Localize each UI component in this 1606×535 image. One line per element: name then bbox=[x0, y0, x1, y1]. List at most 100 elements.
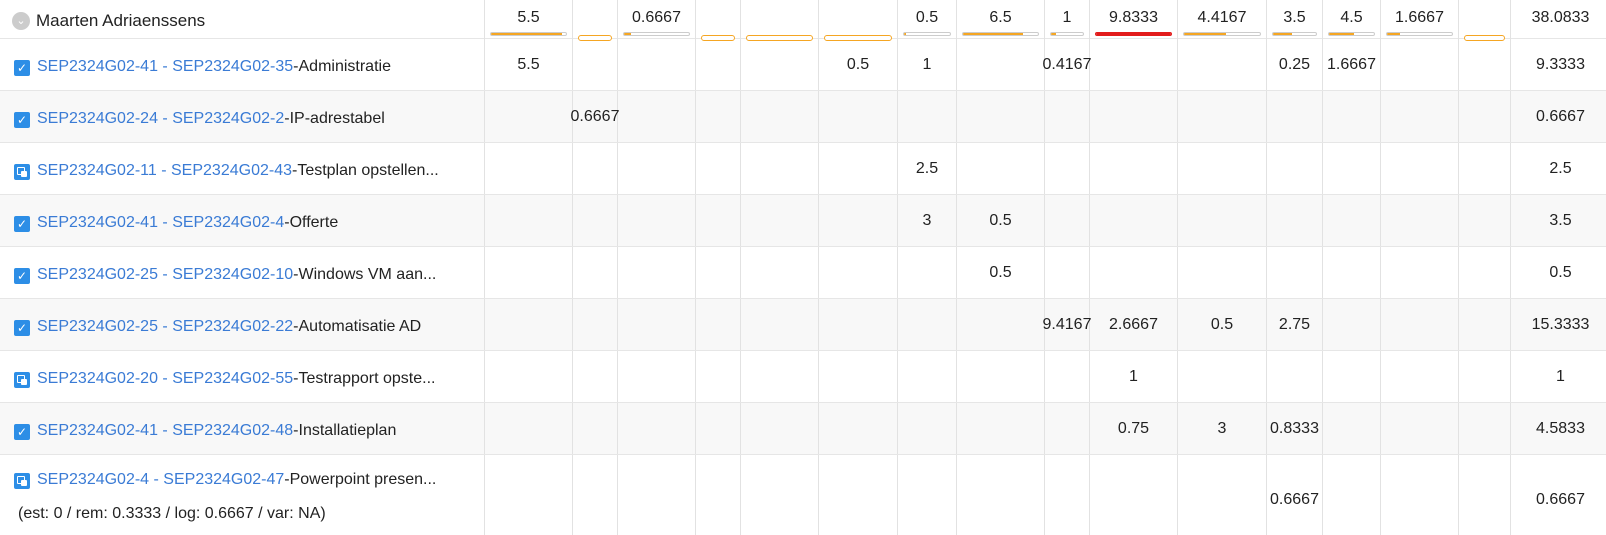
day-hours-cell[interactable] bbox=[485, 247, 573, 298]
day-hours-cell[interactable] bbox=[1323, 195, 1381, 246]
issue-link[interactable]: SEP2324G02-25 - SEP2324G02-22 bbox=[37, 316, 293, 338]
row-total-cell[interactable]: 1 bbox=[1511, 351, 1606, 402]
day-hours-cell[interactable] bbox=[1178, 91, 1267, 142]
day-hours-cell[interactable]: 0.25 bbox=[1267, 39, 1323, 90]
day-hours-cell[interactable] bbox=[696, 39, 741, 90]
row-total-cell[interactable]: 2.5 bbox=[1511, 143, 1606, 194]
day-hours-cell[interactable] bbox=[741, 299, 819, 350]
day-hours-cell[interactable]: 9.4167 bbox=[1043, 299, 1091, 350]
day-hours-cell[interactable] bbox=[898, 351, 957, 402]
day-hours-cell[interactable] bbox=[1267, 195, 1323, 246]
day-hours-cell[interactable] bbox=[819, 143, 898, 194]
day-hours-cell[interactable] bbox=[573, 195, 618, 246]
day-hours-cell[interactable] bbox=[1459, 195, 1511, 246]
day-hours-cell[interactable] bbox=[573, 143, 618, 194]
day-hours-cell[interactable]: 2.5 bbox=[898, 143, 957, 194]
issue-link[interactable]: SEP2324G02-25 - SEP2324G02-10 bbox=[37, 264, 293, 286]
day-hours-cell[interactable] bbox=[957, 39, 1045, 90]
day-hours-cell[interactable] bbox=[696, 299, 741, 350]
day-hours-cell[interactable] bbox=[898, 91, 957, 142]
day-hours-cell[interactable] bbox=[1459, 403, 1511, 454]
day-hours-cell[interactable] bbox=[957, 299, 1045, 350]
day-hours-cell[interactable] bbox=[485, 91, 573, 142]
day-hours-cell[interactable] bbox=[1323, 351, 1381, 402]
issue-link[interactable]: SEP2324G02-11 - SEP2324G02-43 bbox=[37, 160, 292, 182]
day-hours-cell[interactable] bbox=[573, 39, 618, 90]
day-hours-cell[interactable] bbox=[1045, 91, 1090, 142]
day-hours-cell[interactable] bbox=[819, 247, 898, 298]
day-hours-cell[interactable] bbox=[1090, 143, 1178, 194]
day-hours-cell[interactable] bbox=[1323, 455, 1381, 535]
day-hours-cell[interactable]: 0.5 bbox=[1178, 299, 1267, 350]
day-hours-cell[interactable] bbox=[696, 351, 741, 402]
issue-link[interactable]: SEP2324G02-24 - SEP2324G02-2 bbox=[37, 108, 284, 130]
day-hours-cell[interactable] bbox=[1323, 299, 1381, 350]
day-hours-cell[interactable] bbox=[1045, 247, 1090, 298]
day-hours-cell[interactable] bbox=[1381, 91, 1459, 142]
day-hours-cell[interactable] bbox=[1459, 91, 1511, 142]
row-total-cell[interactable]: 4.5833 bbox=[1511, 403, 1606, 454]
day-hours-cell[interactable] bbox=[741, 351, 819, 402]
day-hours-cell[interactable] bbox=[1459, 247, 1511, 298]
day-hours-cell[interactable]: 0.5 bbox=[957, 195, 1045, 246]
row-total-cell[interactable]: 0.5 bbox=[1511, 247, 1606, 298]
day-hours-cell[interactable] bbox=[898, 247, 957, 298]
day-hours-cell[interactable] bbox=[1323, 143, 1381, 194]
day-hours-cell[interactable]: 5.5 bbox=[485, 39, 573, 90]
day-hours-cell[interactable] bbox=[696, 403, 741, 454]
day-hours-cell[interactable] bbox=[1045, 351, 1090, 402]
day-hours-cell[interactable] bbox=[1267, 247, 1323, 298]
day-hours-cell[interactable]: 0.6667 bbox=[1267, 455, 1323, 535]
day-hours-cell[interactable] bbox=[1323, 91, 1381, 142]
day-hours-cell[interactable] bbox=[741, 195, 819, 246]
day-hours-cell[interactable]: 1.6667 bbox=[1323, 39, 1381, 90]
day-hours-cell[interactable] bbox=[618, 91, 696, 142]
day-hours-cell[interactable] bbox=[1459, 299, 1511, 350]
day-hours-cell[interactable]: 0.5 bbox=[819, 39, 898, 90]
day-hours-cell[interactable] bbox=[1178, 143, 1267, 194]
day-hours-cell[interactable] bbox=[1381, 247, 1459, 298]
day-hours-cell[interactable] bbox=[741, 91, 819, 142]
issue-link[interactable]: SEP2324G02-41 - SEP2324G02-48 bbox=[37, 420, 293, 442]
day-hours-cell[interactable] bbox=[485, 351, 573, 402]
day-hours-cell[interactable] bbox=[1178, 195, 1267, 246]
day-hours-cell[interactable] bbox=[819, 299, 898, 350]
day-hours-cell[interactable]: 2.6667 bbox=[1090, 299, 1178, 350]
day-hours-cell[interactable] bbox=[485, 455, 573, 535]
day-hours-cell[interactable] bbox=[819, 351, 898, 402]
day-hours-cell[interactable]: 0.6667 bbox=[571, 91, 619, 142]
day-hours-cell[interactable] bbox=[618, 247, 696, 298]
day-hours-cell[interactable] bbox=[618, 455, 696, 535]
issue-link[interactable]: SEP2324G02-41 - SEP2324G02-35 bbox=[37, 56, 293, 78]
day-hours-cell[interactable]: 0.75 bbox=[1090, 403, 1178, 454]
day-hours-cell[interactable] bbox=[1459, 39, 1511, 90]
day-hours-cell[interactable] bbox=[1381, 195, 1459, 246]
day-hours-cell[interactable] bbox=[1045, 143, 1090, 194]
day-hours-cell[interactable] bbox=[1090, 91, 1178, 142]
row-total-cell[interactable]: 0.6667 bbox=[1511, 455, 1606, 535]
day-hours-cell[interactable] bbox=[1381, 143, 1459, 194]
day-hours-cell[interactable] bbox=[696, 455, 741, 535]
day-hours-cell[interactable] bbox=[819, 403, 898, 454]
day-hours-cell[interactable] bbox=[957, 403, 1045, 454]
day-hours-cell[interactable] bbox=[898, 455, 957, 535]
day-hours-cell[interactable] bbox=[1090, 39, 1178, 90]
day-hours-cell[interactable] bbox=[1090, 195, 1178, 246]
day-hours-cell[interactable] bbox=[1267, 351, 1323, 402]
day-hours-cell[interactable] bbox=[573, 299, 618, 350]
day-hours-cell[interactable] bbox=[618, 351, 696, 402]
day-hours-cell[interactable] bbox=[573, 351, 618, 402]
day-hours-cell[interactable] bbox=[957, 455, 1045, 535]
day-hours-cell[interactable]: 2.75 bbox=[1267, 299, 1323, 350]
day-hours-cell[interactable] bbox=[696, 195, 741, 246]
day-hours-cell[interactable] bbox=[1090, 247, 1178, 298]
day-hours-cell[interactable] bbox=[573, 403, 618, 454]
day-hours-cell[interactable] bbox=[696, 91, 741, 142]
day-hours-cell[interactable]: 0.4167 bbox=[1043, 39, 1091, 90]
day-hours-cell[interactable] bbox=[1381, 351, 1459, 402]
day-hours-cell[interactable] bbox=[741, 247, 819, 298]
day-hours-cell[interactable] bbox=[618, 403, 696, 454]
day-hours-cell[interactable] bbox=[1381, 455, 1459, 535]
day-hours-cell[interactable] bbox=[819, 91, 898, 142]
day-hours-cell[interactable] bbox=[898, 299, 957, 350]
